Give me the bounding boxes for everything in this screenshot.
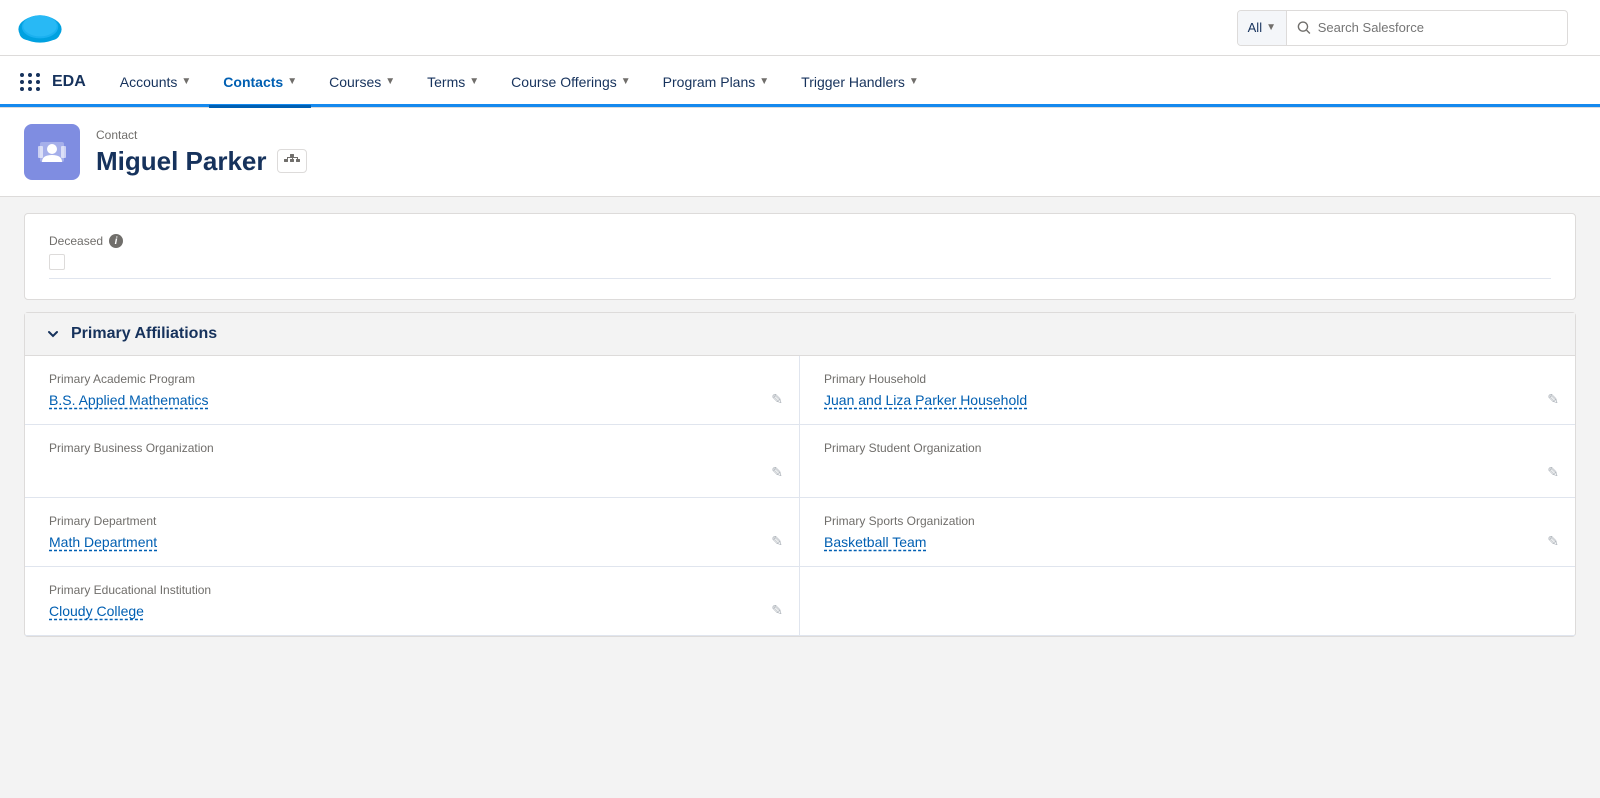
empty-right-value [824, 583, 1551, 603]
top-bar: All ▼ [0, 0, 1600, 56]
search-all-label: All [1248, 20, 1262, 35]
search-chevron-icon: ▼ [1266, 22, 1276, 33]
nav-item-course-offerings[interactable]: Course Offerings ▼ [497, 56, 644, 108]
deceased-section: Deceased i [25, 214, 1575, 299]
collapse-chevron-icon [45, 326, 61, 342]
affiliations-fields-grid: Primary Academic Program B.S. Applied Ma… [25, 356, 1575, 636]
primary-sports-org-edit-icon[interactable]: ✎ [1547, 533, 1559, 550]
search-icon [1297, 20, 1312, 36]
hierarchy-icon [284, 154, 300, 168]
primary-business-org-cell: Primary Business Organization ✎ [25, 425, 800, 498]
primary-department-cell: Primary Department Math Department ✎ [25, 498, 800, 567]
primary-affiliations-header[interactable]: Primary Affiliations [25, 313, 1575, 356]
breadcrumb: Contact [96, 128, 307, 142]
primary-student-org-cell: Primary Student Organization ✎ [800, 425, 1575, 498]
nav-item-courses[interactable]: Courses ▼ [315, 56, 409, 108]
nav-accounts-label: Accounts [120, 74, 178, 90]
nav-item-program-plans[interactable]: Program Plans ▼ [649, 56, 784, 108]
nav-terms-label: Terms [427, 74, 465, 90]
primary-household-edit-icon[interactable]: ✎ [1547, 391, 1559, 408]
search-bar[interactable]: All ▼ [1237, 10, 1568, 46]
primary-business-org-label: Primary Business Organization [49, 441, 775, 455]
primary-academic-program-value[interactable]: B.S. Applied Mathematics [49, 392, 209, 408]
trigger-handlers-chevron-icon: ▼ [909, 76, 919, 87]
nav-courses-label: Courses [329, 74, 381, 90]
primary-sports-org-value[interactable]: Basketball Team [824, 534, 926, 550]
nav-course-offerings-label: Course Offerings [511, 74, 617, 90]
primary-affiliations-title: Primary Affiliations [71, 325, 217, 343]
page-header-text: Contact Miguel Parker [96, 128, 307, 177]
primary-academic-program-edit-icon[interactable]: ✎ [771, 391, 783, 408]
nav-item-contacts[interactable]: Contacts ▼ [209, 56, 311, 108]
search-input[interactable] [1318, 20, 1557, 35]
primary-educational-institution-label: Primary Educational Institution [49, 583, 775, 597]
primary-academic-program-label: Primary Academic Program [49, 372, 775, 386]
nav-item-trigger-handlers[interactable]: Trigger Handlers ▼ [787, 56, 933, 108]
primary-business-org-empty [49, 461, 775, 481]
primary-educational-institution-value[interactable]: Cloudy College [49, 603, 144, 619]
salesforce-logo [16, 4, 64, 52]
primary-department-edit-icon[interactable]: ✎ [771, 533, 783, 550]
empty-right-cell [800, 567, 1575, 636]
page-title: Miguel Parker [96, 146, 307, 177]
deceased-divider [49, 278, 1551, 279]
primary-business-org-edit-icon[interactable]: ✎ [771, 464, 783, 481]
primary-household-cell: Primary Household Juan and Liza Parker H… [800, 356, 1575, 425]
nav-trigger-handlers-label: Trigger Handlers [801, 74, 905, 90]
courses-chevron-icon: ▼ [385, 76, 395, 87]
primary-affiliations-card: Primary Affiliations Primary Academic Pr… [24, 312, 1576, 637]
search-input-area[interactable] [1287, 20, 1567, 36]
page-header: Contact Miguel Parker [0, 108, 1600, 197]
terms-chevron-icon: ▼ [469, 76, 479, 87]
nav-contacts-label: Contacts [223, 74, 283, 90]
main-content: Deceased i Primary Affiliations Primary … [0, 197, 1600, 665]
accounts-chevron-icon: ▼ [181, 76, 191, 87]
deceased-field-label: Deceased i [49, 234, 1551, 248]
primary-sports-org-cell: Primary Sports Organization Basketball T… [800, 498, 1575, 567]
hierarchy-button[interactable] [277, 149, 307, 173]
deceased-label-text: Deceased [49, 234, 103, 248]
primary-department-value[interactable]: Math Department [49, 534, 157, 550]
primary-academic-program-cell: Primary Academic Program B.S. Applied Ma… [25, 356, 800, 425]
primary-household-value[interactable]: Juan and Liza Parker Household [824, 392, 1027, 408]
app-name-label: EDA [52, 73, 86, 91]
deceased-info-icon[interactable]: i [109, 234, 123, 248]
contact-name: Miguel Parker [96, 146, 267, 177]
app-launcher-button[interactable] [16, 68, 44, 96]
contacts-chevron-icon: ▼ [287, 76, 297, 87]
primary-student-org-empty [824, 461, 1551, 481]
app-launcher-icon [20, 73, 41, 91]
nav-item-terms[interactable]: Terms ▼ [413, 56, 493, 108]
course-offerings-chevron-icon: ▼ [621, 76, 631, 87]
primary-department-label: Primary Department [49, 514, 775, 528]
search-all-dropdown[interactable]: All ▼ [1238, 11, 1287, 45]
program-plans-chevron-icon: ▼ [759, 76, 769, 87]
deceased-section-card: Deceased i [24, 213, 1576, 300]
primary-educational-institution-edit-icon[interactable]: ✎ [771, 602, 783, 619]
nav-item-accounts[interactable]: Accounts ▼ [106, 56, 206, 108]
contact-record-icon [24, 124, 80, 180]
deceased-checkbox[interactable] [49, 254, 65, 270]
nav-program-plans-label: Program Plans [663, 74, 756, 90]
contact-icon [36, 136, 68, 168]
nav-bar: EDA Accounts ▼ Contacts ▼ Courses ▼ Term… [0, 56, 1600, 108]
primary-household-label: Primary Household [824, 372, 1551, 386]
primary-student-org-label: Primary Student Organization [824, 441, 1551, 455]
primary-educational-institution-cell: Primary Educational Institution Cloudy C… [25, 567, 800, 636]
primary-student-org-edit-icon[interactable]: ✎ [1547, 464, 1559, 481]
primary-sports-org-label: Primary Sports Organization [824, 514, 1551, 528]
